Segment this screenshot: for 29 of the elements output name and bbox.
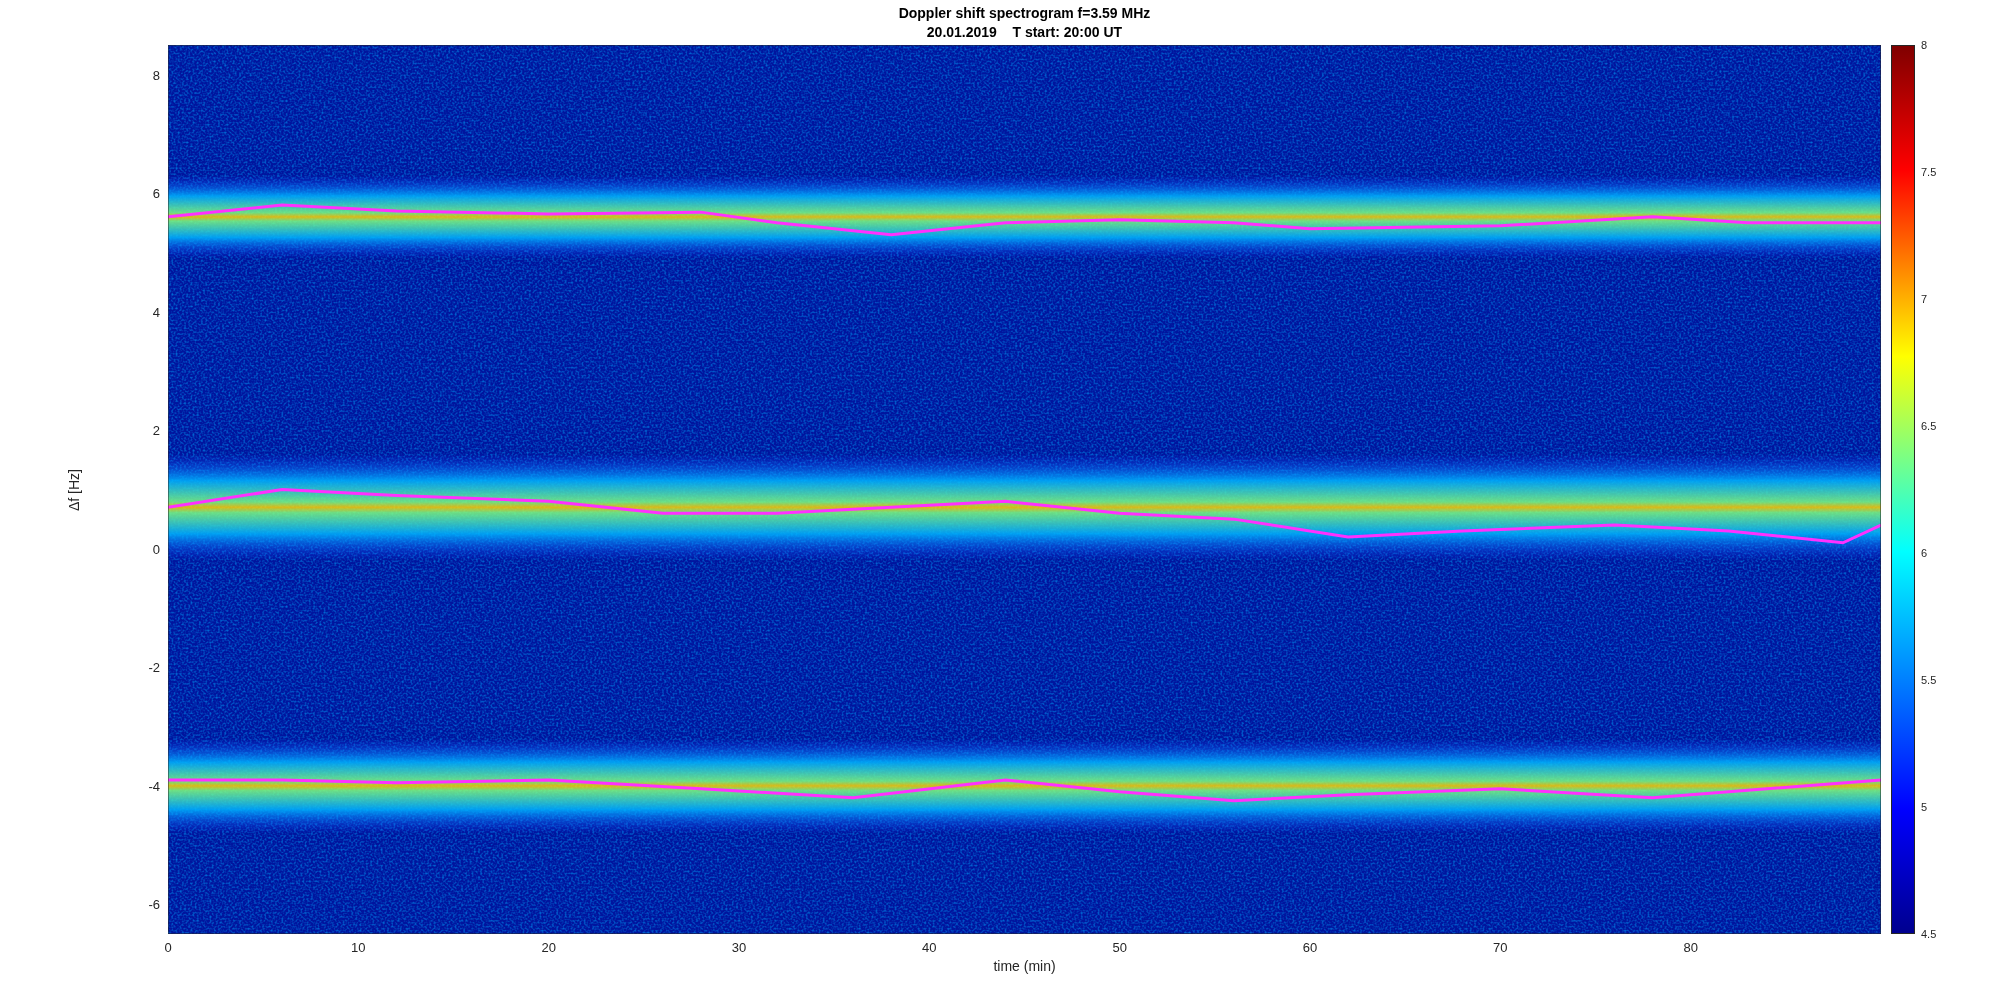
colorbar-tick-label: 5.5 (1921, 674, 1937, 686)
y-tick-label: 6 (152, 185, 160, 201)
chart-title: Doppler shift spectrogram f=3.59 MHz (898, 3, 1151, 23)
y-tick-label: -4 (148, 778, 160, 794)
y-tick-label: -6 (148, 896, 160, 912)
x-tick-label: 0 (164, 940, 172, 955)
y-tick-label: 0 (152, 541, 160, 557)
y-tick-label: 2 (152, 422, 160, 438)
colorbar-tick-label: 6 (1921, 547, 1928, 559)
x-tick-label: 70 (1493, 940, 1508, 955)
y-tick-label: 8 (152, 67, 160, 83)
x-tick-label: 20 (541, 940, 556, 955)
colorbar-tick-label: 5 (1921, 801, 1928, 813)
x-tick-label: 40 (922, 940, 937, 955)
x-tick-label: 60 (1302, 940, 1318, 955)
colorbar-tick-label: 7 (1921, 293, 1928, 305)
colorbar-tick-label: 6.5 (1921, 420, 1937, 432)
x-tick-label: 50 (1112, 940, 1127, 955)
x-axis-label: time (min) (993, 958, 1056, 974)
chart-title: 20.01.2019 T start: 20:00 UT (926, 22, 1123, 42)
y-tick-label: 4 (152, 304, 160, 320)
colorbar-tick-label: 8 (1921, 39, 1928, 51)
y-axis-label: Δf [Hz] (66, 468, 82, 511)
x-tick-label: 80 (1683, 940, 1698, 955)
colorbar-tick-label: 4.5 (1921, 928, 1937, 940)
x-tick-label: 30 (731, 940, 747, 955)
colorbar-tick-label: 7.5 (1921, 166, 1937, 178)
y-tick-label: -2 (148, 659, 160, 675)
x-tick-label: 10 (351, 940, 366, 955)
